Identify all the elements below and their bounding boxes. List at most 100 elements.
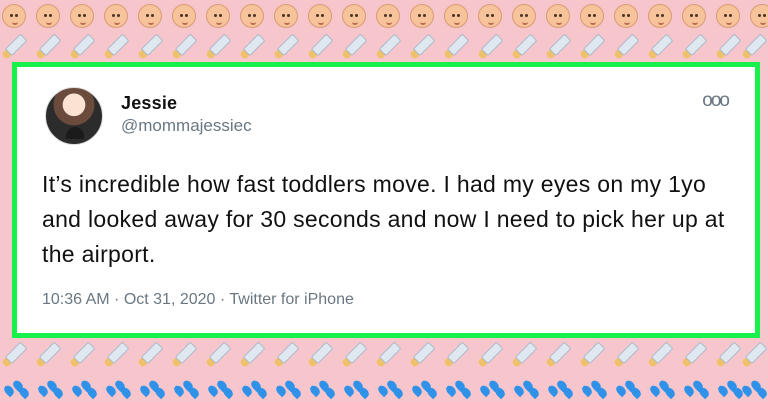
sweat-droplets-icon bbox=[546, 378, 575, 400]
sweat-droplets-icon bbox=[614, 378, 643, 400]
baby-bottle-icon bbox=[205, 341, 232, 369]
baby-bottle-icon bbox=[103, 341, 130, 369]
baby-face-row-top bbox=[0, 0, 768, 34]
baby-face-icon bbox=[274, 4, 298, 28]
baby-bottle-icon bbox=[647, 33, 674, 61]
baby-bottle-icon bbox=[239, 341, 266, 369]
baby-bottle-icon bbox=[477, 341, 504, 369]
baby-face-icon bbox=[308, 4, 332, 28]
baby-bottle-icon bbox=[715, 33, 742, 61]
sweat-droplets-icon bbox=[648, 378, 677, 400]
sweat-droplets-icon bbox=[308, 378, 337, 400]
author-name[interactable]: Jessie bbox=[121, 93, 177, 114]
baby-bottle-icon bbox=[307, 341, 334, 369]
sweat-droplets-icon bbox=[2, 378, 31, 400]
sweat-droplets-icon bbox=[274, 378, 303, 400]
sweat-droplets-icon bbox=[342, 378, 371, 400]
baby-bottle-icon bbox=[341, 33, 368, 61]
sweat-droplets-icon bbox=[444, 378, 473, 400]
baby-bottle-icon bbox=[307, 33, 334, 61]
baby-bottle-icon bbox=[69, 33, 96, 61]
baby-bottle-icon bbox=[171, 341, 198, 369]
baby-face-icon bbox=[716, 4, 740, 28]
baby-bottle-icon bbox=[273, 341, 300, 369]
more-options-icon[interactable]: ooo bbox=[702, 90, 730, 112]
baby-bottle-icon bbox=[375, 341, 402, 369]
sweat-droplets-icon bbox=[172, 378, 201, 400]
sweat-droplets-icon bbox=[70, 378, 99, 400]
baby-face-icon bbox=[104, 4, 128, 28]
baby-bottle-icon bbox=[69, 341, 96, 369]
baby-bottle-icon bbox=[205, 33, 232, 61]
baby-face-icon bbox=[444, 4, 468, 28]
baby-bottle-icon bbox=[613, 33, 640, 61]
baby-face-icon bbox=[648, 4, 672, 28]
baby-bottle-icon bbox=[137, 33, 164, 61]
sweat-droplets-icon bbox=[138, 378, 167, 400]
droplets-row-bottom bbox=[0, 372, 768, 402]
sweat-droplets-icon bbox=[376, 378, 405, 400]
baby-face-icon bbox=[750, 4, 768, 28]
baby-bottle-icon bbox=[443, 33, 470, 61]
sweat-droplets-icon bbox=[104, 378, 133, 400]
baby-bottle-icon bbox=[613, 341, 640, 369]
baby-face-icon bbox=[478, 4, 502, 28]
baby-bottle-icon bbox=[579, 341, 606, 369]
baby-bottle-icon bbox=[171, 33, 198, 61]
baby-bottle-icon bbox=[741, 341, 768, 369]
sweat-droplets-icon bbox=[682, 378, 711, 400]
baby-bottle-icon bbox=[511, 33, 538, 61]
baby-face-icon bbox=[240, 4, 264, 28]
baby-bottle-icon bbox=[579, 33, 606, 61]
baby-bottle-icon bbox=[409, 341, 436, 369]
baby-face-icon bbox=[682, 4, 706, 28]
bottle-row-bottom bbox=[0, 340, 768, 374]
sweat-droplets-icon bbox=[410, 378, 439, 400]
baby-face-icon bbox=[342, 4, 366, 28]
baby-face-icon bbox=[2, 4, 26, 28]
baby-bottle-icon bbox=[341, 341, 368, 369]
baby-bottle-icon bbox=[375, 33, 402, 61]
baby-bottle-icon bbox=[103, 33, 130, 61]
baby-face-icon bbox=[580, 4, 604, 28]
baby-bottle-icon bbox=[545, 33, 572, 61]
avatar[interactable] bbox=[45, 87, 103, 145]
baby-face-icon bbox=[410, 4, 434, 28]
baby-bottle-icon bbox=[443, 341, 470, 369]
baby-face-icon bbox=[172, 4, 196, 28]
baby-bottle-icon bbox=[511, 341, 538, 369]
baby-bottle-icon bbox=[1, 33, 28, 61]
baby-bottle-icon bbox=[477, 33, 504, 61]
sweat-droplets-icon bbox=[512, 378, 541, 400]
baby-bottle-icon bbox=[409, 33, 436, 61]
sweat-droplets-icon bbox=[740, 378, 768, 400]
sweat-droplets-icon bbox=[478, 378, 507, 400]
baby-face-icon bbox=[376, 4, 400, 28]
sweat-droplets-icon bbox=[240, 378, 269, 400]
baby-face-icon bbox=[70, 4, 94, 28]
bottle-row-top bbox=[0, 32, 768, 66]
tweet-text: It’s incredible how fast toddlers move. … bbox=[42, 171, 725, 267]
baby-bottle-icon bbox=[545, 341, 572, 369]
sweat-droplets-icon bbox=[206, 378, 235, 400]
sweat-droplets-icon bbox=[36, 378, 65, 400]
sweat-droplets-icon bbox=[580, 378, 609, 400]
tweet-card: Jessie @mommajessiec ooo It’s incredible… bbox=[12, 62, 760, 338]
baby-bottle-icon bbox=[35, 33, 62, 61]
baby-face-icon bbox=[546, 4, 570, 28]
baby-face-icon bbox=[614, 4, 638, 28]
author-handle[interactable]: @mommajessiec bbox=[121, 116, 252, 136]
baby-bottle-icon bbox=[741, 33, 768, 61]
baby-bottle-icon bbox=[647, 341, 674, 369]
baby-bottle-icon bbox=[35, 341, 62, 369]
baby-bottle-icon bbox=[681, 341, 708, 369]
baby-face-icon bbox=[206, 4, 230, 28]
baby-face-icon bbox=[138, 4, 162, 28]
baby-face-icon bbox=[36, 4, 60, 28]
baby-bottle-icon bbox=[715, 341, 742, 369]
baby-bottle-icon bbox=[137, 341, 164, 369]
baby-bottle-icon bbox=[681, 33, 708, 61]
baby-bottle-icon bbox=[273, 33, 300, 61]
baby-bottle-icon bbox=[1, 341, 28, 369]
tweet-meta: 10:36 AM · Oct 31, 2020 · Twitter for iP… bbox=[42, 291, 354, 308]
